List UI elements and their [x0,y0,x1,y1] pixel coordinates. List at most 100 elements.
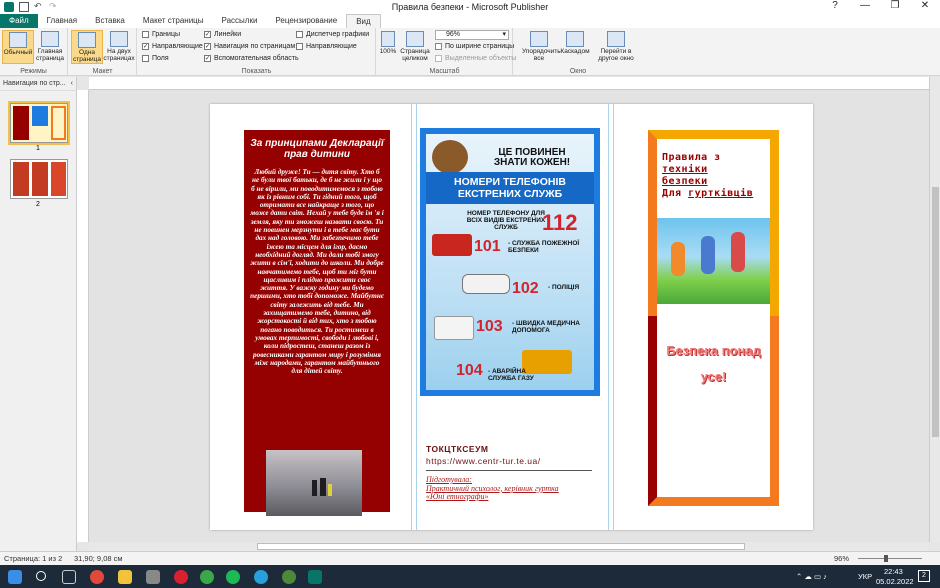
chrome-icon-2[interactable] [200,570,214,584]
arrange-all-button[interactable]: Упорядочить все [522,30,561,64]
service-label-ambulance: - ШВИДКА МЕДИЧНА ДОПОМОГА [512,320,580,334]
minimize-button[interactable]: — [850,0,880,11]
system-tray: ⌃ ☁ ▭ ♪ [796,572,827,581]
store-icon[interactable] [146,570,160,584]
master-page-button[interactable]: Главная страница [34,30,66,64]
page-thumbnail-1[interactable] [8,101,70,145]
zoom-percent[interactable]: 96% [834,554,849,563]
whole-page-button[interactable]: Страница целиком [399,30,431,64]
telegram-icon[interactable] [254,570,268,584]
clock-time[interactable]: 22:43 [884,567,903,576]
task-view-icon[interactable] [62,570,76,584]
notifications-icon[interactable]: 2 [918,570,930,582]
checkbox-graphics-manager[interactable]: Диспетчер графики [296,31,369,38]
checkbox-page-navigation[interactable]: ✓ Навигация по страницам [204,43,295,50]
tab-review[interactable]: Рецензирование [266,14,346,28]
column-guide [411,104,412,530]
column-guide [613,104,614,530]
checkbox-baseline-guides[interactable]: Направляющие [296,43,357,50]
declaration-heading: За принципами Декларації прав дитини [250,138,384,160]
org-url[interactable]: https://www.centr-tur.te.ua/ [426,456,541,466]
tab-page-layout[interactable]: Макет страницы [134,14,213,28]
police-car-icon [462,274,510,294]
fire-truck-icon [432,234,472,256]
service-label-fire: - СЛУЖБА ПОЖЕЖНОЇ БЕЗПЕКИ [508,240,580,254]
tab-home[interactable]: Главная [38,14,86,28]
vertical-ruler[interactable] [77,90,89,542]
chrome-icon[interactable] [90,570,104,584]
emergency-numbers-poster[interactable]: ЦЕ ПОВИНЕН ЗНАТИ КОЖЕН! НОМЕРИ ТЕЛЕФОНІВ… [420,128,600,396]
checkbox-rulers[interactable]: ✓ Линейки [204,31,241,38]
tab-file[interactable]: Файл [0,14,38,28]
tab-insert[interactable]: Вставка [86,14,134,28]
language-indicator[interactable]: УКР [858,572,872,581]
cascade-icon [566,31,584,47]
number-102: 102 [512,280,539,297]
group-window: Упорядочить все Каскадом Перейти в друго… [514,28,642,76]
column-guide [416,104,417,530]
declaration-panel[interactable]: За принципами Декларації прав дитини Люб… [244,130,390,516]
one-page-icon [78,32,96,48]
vertical-scrollbar[interactable] [929,77,940,542]
page-thumbnail-2[interactable] [10,159,68,199]
owl-icon [432,140,468,174]
title-bar: ↶ ↷ Правила безпеки - Microsoft Publishe… [0,0,940,14]
cover-title: Правила з техніки безпеки Для гуртківців [662,152,754,199]
declaration-text: Любий друже! Ти — дитя світу. Хто б не б… [250,168,384,376]
selected-objects-button[interactable]: Выделенные объекты [435,55,516,62]
general-number-label: НОМЕР ТЕЛЕФОНУ ДЛЯ ВСІХ ВИДІВ ЕКСТРЕНИХ … [466,210,546,231]
help-button[interactable]: ? [820,0,850,11]
switch-window-button[interactable]: Перейти в другое окно [594,30,638,64]
cover-panel[interactable]: Правила з техніки безпеки Для гуртківців… [648,130,779,506]
publication-page: За принципами Декларації прав дитини Люб… [210,104,813,530]
file-explorer-icon[interactable] [118,570,132,584]
service-label-gas: - АВАРІЙНА СЛУЖБА ГАЗУ [488,368,534,382]
master-page-icon [41,31,59,47]
clock-date[interactable]: 05.02.2022 [876,577,914,586]
two-pages-button[interactable]: На двух страницах [103,30,135,64]
restore-button[interactable]: ❐ [880,0,910,11]
checkbox-fields[interactable]: Поля [142,55,169,62]
windows-start-icon[interactable] [8,570,22,584]
page-status[interactable]: Страница: 1 из 2 [4,554,62,563]
number-112: 112 [542,210,578,235]
page-width-button[interactable]: По ширине страницы [435,43,514,50]
nav-panel-title: Навигация по стр... [3,80,66,87]
checkbox-scratch-area[interactable]: ✓ Вспомогательная область [204,55,299,62]
org-name: ТОКЦТКСЕУМ [426,444,489,454]
collapse-panel-icon[interactable]: ‹ [71,80,73,87]
publisher-taskbar-icon[interactable] [308,570,322,584]
switch-window-icon [607,31,625,47]
close-button[interactable]: ✕ [910,0,940,11]
browser-icon[interactable] [282,570,296,584]
search-icon[interactable] [36,571,46,581]
opera-icon[interactable] [174,570,188,584]
poster-title: ЦЕ ПОВИНЕН ЗНАТИ КОЖЕН! [493,147,571,168]
one-page-button[interactable]: Одна страница [71,30,103,64]
group-layout: Одна страница На двух страницах Макет [69,28,137,76]
children-sunset-photo [266,450,362,516]
zoom-100-button[interactable]: 100% [377,30,399,64]
whole-page-icon [406,31,424,47]
cover-slogan: Безпека понад усе! [666,343,761,384]
group-zoom-label: Масштаб [429,68,460,75]
cursor-position: 31,90; 9,08 см [74,554,123,563]
normal-view-button[interactable]: Обычный [2,30,34,64]
tab-view[interactable]: Вид [346,14,381,28]
workspace: За принципами Декларації прав дитини Люб… [89,90,929,542]
horizontal-scrollbar[interactable] [89,542,929,551]
group-modes-label: Режимы [20,68,47,75]
checkbox-guides[interactable]: ✓ Направляющие [142,43,203,50]
zoom-slider[interactable] [858,555,922,562]
tab-mailings[interactable]: Рассылки [213,14,267,28]
service-label-police: - ПОЛІЦІЯ [548,284,580,291]
jumping-children-image [657,218,770,304]
group-zoom: 100% Страница целиком 96% ▾ По ширине ст… [377,28,516,76]
checkbox-boundaries[interactable]: Границы [142,31,180,38]
zoom-select[interactable]: 96% ▾ [435,30,509,40]
horizontal-ruler[interactable] [89,77,929,90]
number-103: 103 [476,318,503,335]
spotify-icon[interactable] [226,570,240,584]
ribbon-tabs: Файл Главная Вставка Макет страницы Расс… [0,14,940,28]
cascade-button[interactable]: Каскадом [558,30,592,64]
